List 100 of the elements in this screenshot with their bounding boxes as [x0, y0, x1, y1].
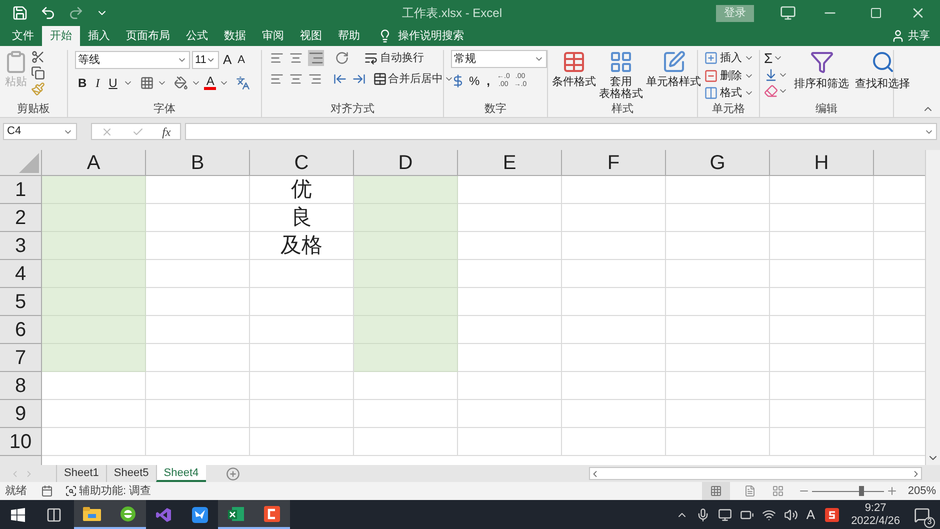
ribbon-tab[interactable]: 开始: [42, 26, 80, 46]
microphone-icon[interactable]: [696, 508, 710, 522]
row-header[interactable]: 5: [0, 288, 42, 316]
orientation-icon[interactable]: [335, 51, 349, 66]
row-header[interactable]: 2: [0, 204, 42, 232]
align-left-icon[interactable]: [270, 72, 284, 86]
phonetic-icon[interactable]: [236, 76, 250, 90]
page-break-icon[interactable]: [772, 485, 784, 497]
accessibility-status[interactable]: 辅助功能: 调查: [79, 482, 152, 500]
font-color-button[interactable]: A: [204, 75, 216, 90]
undo-icon[interactable]: [40, 5, 56, 21]
clock[interactable]: 9:27 2022/4/26: [851, 502, 900, 528]
autosum-button[interactable]: Σ: [764, 50, 773, 66]
share-button[interactable]: 共享: [908, 28, 930, 44]
format-as-table-button[interactable]: 套用 表格格式: [599, 50, 643, 100]
decrease-indent-icon[interactable]: [333, 72, 347, 86]
comma-button[interactable]: ,: [484, 72, 494, 90]
ribbon-tab[interactable]: 帮助: [330, 26, 368, 46]
save-icon[interactable]: [12, 5, 28, 21]
column-header[interactable]: A: [42, 150, 146, 175]
italic-button[interactable]: I: [92, 74, 103, 92]
zoom-level[interactable]: 205%: [908, 482, 936, 500]
input-method-indicator[interactable]: A: [806, 504, 816, 524]
fill-color-icon[interactable]: [174, 76, 188, 90]
delete-cells-button[interactable]: 删除: [720, 68, 742, 84]
tell-me-field[interactable]: 操作说明搜索: [398, 28, 464, 44]
recorder-app-icon[interactable]: [254, 500, 290, 529]
eraser-icon[interactable]: [764, 84, 778, 98]
formula-input[interactable]: [185, 123, 937, 140]
ribbon-tab[interactable]: 页面布局: [118, 26, 178, 46]
align-right-icon[interactable]: [308, 72, 322, 86]
ribbon-tab[interactable]: 公式: [178, 26, 216, 46]
folder-icon[interactable]: [74, 500, 110, 529]
display-icon[interactable]: [718, 508, 732, 522]
row-header[interactable]: 4: [0, 260, 42, 288]
font-size-field[interactable]: 11: [192, 50, 219, 69]
zoom-slider-thumb[interactable]: [858, 486, 864, 496]
macro-record-icon[interactable]: [41, 485, 53, 497]
ribbon-display-icon[interactable]: [780, 5, 796, 21]
row-header[interactable]: 3: [0, 232, 42, 260]
currency-icon[interactable]: [451, 74, 465, 88]
middle-align-icon[interactable]: [289, 51, 303, 66]
vertical-scrollbar[interactable]: [925, 150, 940, 465]
insert-cells-button[interactable]: 插入: [720, 50, 742, 66]
borders-icon[interactable]: [140, 76, 154, 90]
number-format-field[interactable]: 常规: [451, 50, 547, 68]
find-select-button[interactable]: 查找和选择: [855, 50, 910, 98]
bold-button[interactable]: B: [75, 74, 90, 92]
volume-icon[interactable]: [784, 508, 798, 522]
top-align-icon[interactable]: [270, 51, 284, 66]
row-header[interactable]: 10: [0, 428, 42, 456]
sort-filter-button[interactable]: 排序和筛选: [794, 50, 849, 98]
fill-icon[interactable]: [764, 68, 778, 82]
ribbon-tab[interactable]: 视图: [292, 26, 330, 46]
conditional-format-button[interactable]: 条件格式: [552, 50, 596, 89]
ribbon-tab[interactable]: 插入: [80, 26, 118, 46]
column-header[interactable]: C: [250, 150, 354, 175]
row-header[interactable]: 9: [0, 400, 42, 428]
wifi-icon[interactable]: [762, 508, 776, 522]
wrap-text-button[interactable]: 自动换行: [380, 50, 424, 66]
ribbon-tab[interactable]: 数据: [216, 26, 254, 46]
new-sheet-icon[interactable]: [226, 466, 240, 480]
ribbon-tab[interactable]: 文件: [4, 26, 42, 46]
align-center-icon[interactable]: [289, 72, 303, 86]
cell-styles-button[interactable]: 单元格样式: [646, 50, 701, 89]
ribbon-tab[interactable]: 审阅: [254, 26, 292, 46]
underline-button[interactable]: U: [106, 74, 120, 92]
restore-icon[interactable]: [870, 7, 882, 19]
page-layout-icon[interactable]: [744, 485, 756, 497]
column-header[interactable]: E: [458, 150, 562, 175]
grid-icon: [609, 50, 633, 74]
row-header[interactable]: 8: [0, 372, 42, 400]
column-header[interactable]: D: [354, 150, 458, 175]
column-header[interactable]: B: [146, 150, 250, 175]
shrink-font-button[interactable]: A: [236, 52, 248, 68]
sheet-tab[interactable]: Sheet4: [156, 465, 206, 482]
percent-button[interactable]: %: [469, 72, 480, 90]
row-header[interactable]: 7: [0, 344, 42, 372]
browser-icon[interactable]: [110, 500, 146, 529]
cut-icon[interactable]: [31, 50, 45, 64]
bottom-align-icon[interactable]: [308, 50, 324, 66]
font-name-field[interactable]: 等线: [75, 50, 190, 69]
copy-icon[interactable]: [31, 66, 45, 80]
normal-view-icon[interactable]: [710, 485, 722, 497]
row-header[interactable]: 1: [0, 176, 42, 204]
grow-font-button[interactable]: A: [221, 50, 234, 70]
merge-center-button[interactable]: 合并后居中: [388, 70, 443, 87]
notification-icon[interactable]: [914, 506, 930, 522]
format-cells-button[interactable]: 格式: [720, 85, 742, 102]
column-header[interactable]: F: [562, 150, 666, 175]
input-method-icon[interactable]: [825, 508, 840, 522]
horizontal-scrollbar[interactable]: [589, 467, 922, 480]
zoom-in-icon[interactable]: [886, 485, 898, 497]
increase-indent-icon[interactable]: [352, 72, 366, 86]
column-header[interactable]: H: [770, 150, 874, 175]
row-header[interactable]: 6: [0, 316, 42, 344]
column-header[interactable]: G: [666, 150, 770, 175]
spreadsheet-app-icon[interactable]: [218, 500, 254, 529]
name-box[interactable]: C4: [3, 123, 77, 140]
insert-function-button[interactable]: fx: [162, 122, 171, 140]
